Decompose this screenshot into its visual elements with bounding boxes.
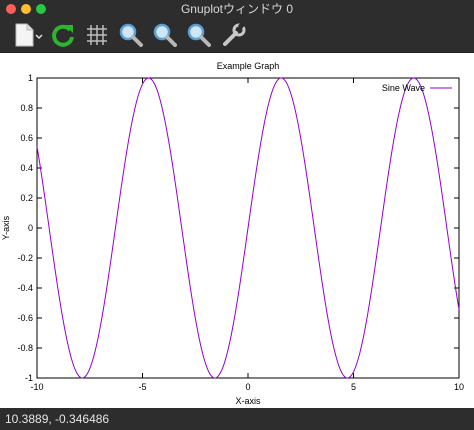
document-icon xyxy=(15,23,43,47)
chart-title: Example Graph xyxy=(217,61,280,71)
grid-icon xyxy=(87,25,107,45)
settings-button[interactable] xyxy=(220,21,248,49)
zoom-next-button[interactable] xyxy=(151,21,179,49)
x-tick-label: -5 xyxy=(138,382,146,392)
y-tick-label: -0.6 xyxy=(17,313,33,323)
zoom-icon xyxy=(153,23,177,47)
y-tick-label: 0.6 xyxy=(20,133,33,143)
zoom-icon xyxy=(119,23,143,47)
zoom-icon xyxy=(187,23,211,47)
y-tick-label: -0.2 xyxy=(17,253,33,263)
sine-chart[interactable]: Example Graph X-axis Y-axis -10 -5 0 5 10 -1… xyxy=(0,53,474,408)
y-tick-label: 1 xyxy=(28,73,33,83)
y-tick-label: -0.8 xyxy=(17,343,33,353)
y-tick-label: 0.2 xyxy=(20,193,33,203)
export-button[interactable] xyxy=(12,21,46,49)
x-tick-label: -10 xyxy=(30,382,43,392)
y-tick-label: 0 xyxy=(28,223,33,233)
x-axis-label: X-axis xyxy=(235,396,261,406)
series-line-sine-wave xyxy=(36,77,460,379)
y-tick-label: 0.8 xyxy=(20,103,33,113)
x-tick-label: 0 xyxy=(245,382,250,392)
title-bar: Gnuplotウィンドウ 0 xyxy=(0,0,474,18)
x-tick-label: 10 xyxy=(454,382,464,392)
y-tick-label: 0.4 xyxy=(20,163,33,173)
toolbar xyxy=(0,18,474,53)
status-bar: 10.3889, -0.346486 xyxy=(0,408,474,430)
x-tick-label: 5 xyxy=(351,382,356,392)
replot-button[interactable] xyxy=(49,21,77,49)
cursor-coordinates: 10.3889, -0.346486 xyxy=(5,412,110,426)
y-ticks: -1 -0.8 -0.6 -0.4 -0.2 0 0.2 0.4 0.6 0.8 1 xyxy=(17,73,459,383)
y-tick-label: -1 xyxy=(25,373,33,383)
y-axis-label: Y-axis xyxy=(1,215,11,240)
y-tick-label: -0.4 xyxy=(17,283,33,293)
refresh-icon xyxy=(52,24,74,47)
gnuplot-window: Gnuplotウィンドウ 0 Example Graph X-axis Y-ax… xyxy=(0,0,474,430)
grid-button[interactable] xyxy=(83,21,111,49)
plot-area[interactable]: Example Graph X-axis Y-axis -10 -5 0 5 10 -1… xyxy=(0,53,474,408)
wrench-icon xyxy=(223,21,246,46)
window-title: Gnuplotウィンドウ 0 xyxy=(180,2,294,16)
zoom-previous-button[interactable] xyxy=(117,21,145,49)
legend-label-sine-wave: Sine Wave xyxy=(382,83,425,93)
autoscale-button[interactable] xyxy=(185,21,213,49)
